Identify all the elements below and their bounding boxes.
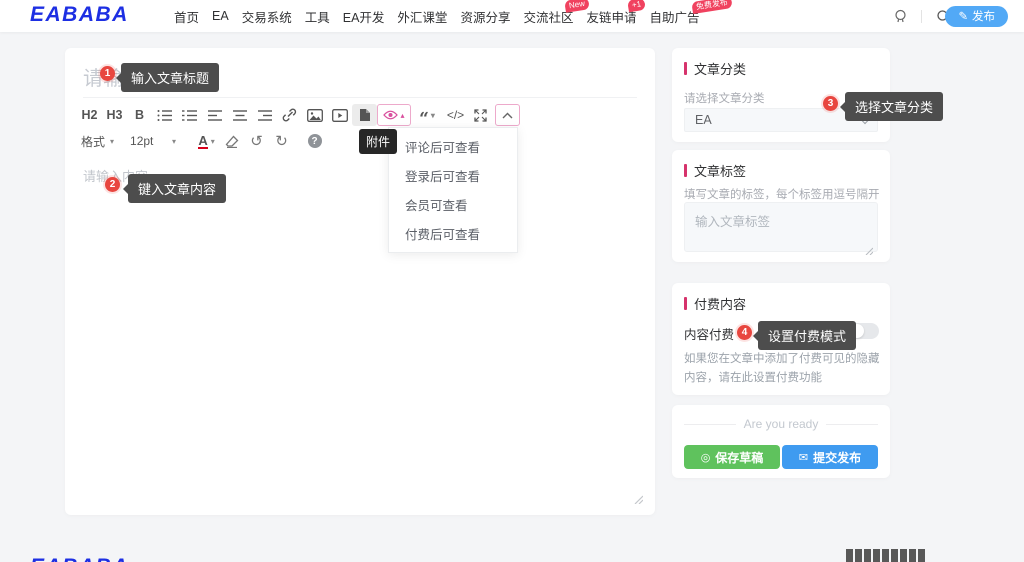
tags-input[interactable] — [684, 202, 878, 252]
step-3-tooltip: 选择文章分类 — [839, 92, 944, 121]
nav-divider — [921, 9, 922, 23]
nav-item-friend-links[interactable]: 友链申请 +1 — [586, 0, 647, 26]
category-hint: 请选择文章分类 — [684, 93, 765, 105]
pencil-icon: ✎ — [958, 11, 968, 23]
nav-item-community[interactable]: 交流社区 New — [523, 0, 591, 26]
nav-item-resources[interactable]: 资源分享 — [460, 7, 510, 26]
nav-item-home[interactable]: 首页 — [174, 7, 199, 26]
friend-links-badge: +1 — [627, 0, 647, 12]
visibility-dropdown-menu: 评论后可查看 登录后可查看 会员可查看 付费后可查看 — [388, 127, 518, 253]
attachment-tooltip: 附件 — [359, 129, 398, 154]
nav-item-forex-class[interactable]: 外汇课堂 — [397, 7, 447, 26]
bold-button[interactable]: B — [127, 104, 152, 126]
step-2-tooltip: 键入文章内容 — [122, 174, 227, 203]
visibility-eye-button[interactable]: ▴ — [377, 104, 411, 126]
link-icon[interactable] — [277, 104, 302, 126]
ready-text: Are you ready — [684, 417, 878, 431]
menu-item-view-members-only[interactable]: 会员可查看 — [389, 190, 517, 219]
redo-icon[interactable]: ↻ — [269, 130, 294, 152]
format-dropdown[interactable]: 格式 ▾ — [77, 133, 118, 150]
nav-item-trading-system[interactable]: 交易系统 — [242, 7, 292, 26]
caret-up-icon: ▴ — [400, 110, 405, 120]
editor-resize-handle[interactable] — [633, 491, 644, 509]
caret-down-icon: ▾ — [110, 136, 115, 146]
quote-icon: “ — [419, 108, 429, 129]
action-buttons-row: ◎ 保存草稿 ✉ 提交发布 — [684, 445, 878, 469]
clear-format-eraser-icon[interactable] — [219, 130, 244, 152]
step-2-badge: 2 — [105, 177, 120, 192]
step-1-badge: 1 — [100, 66, 115, 81]
editor-toolbar-row1: H2 H3 B ▴ “ ▾ </> — [77, 103, 520, 127]
caret-down-icon: ▾ — [210, 136, 215, 146]
publish-actions-card: Are you ready ◎ 保存草稿 ✉ 提交发布 — [672, 405, 890, 478]
tags-hint: 填写文章的标签，每个标签用逗号隔开 — [684, 189, 880, 201]
main-nav: 首页 EA 交易系统 工具 EA开发 外汇课堂 资源分享 交流社区 New 友链申… — [174, 0, 733, 32]
image-icon[interactable] — [302, 104, 327, 126]
menu-item-view-after-login[interactable]: 登录后可查看 — [389, 161, 517, 190]
top-navbar: EABABA 首页 EA 交易系统 工具 EA开发 外汇课堂 资源分享 交流社区… — [0, 0, 1024, 32]
step-3-badge: 3 — [823, 96, 838, 111]
footer-logo: EABABA — [30, 555, 129, 562]
align-right-icon[interactable] — [252, 104, 277, 126]
step-4-tooltip: 设置付费模式 — [752, 321, 857, 350]
tags-resize-handle[interactable] — [865, 242, 874, 260]
accent-bar — [684, 297, 687, 310]
nav-item-self-ads[interactable]: 自助广告 免费发布 — [649, 0, 733, 26]
align-left-icon[interactable] — [202, 104, 227, 126]
numbered-list-icon[interactable] — [177, 104, 202, 126]
nav-item-ea[interactable]: EA — [212, 9, 229, 23]
fullscreen-icon[interactable] — [468, 104, 493, 126]
submit-publish-button[interactable]: ✉ 提交发布 — [782, 445, 878, 469]
font-size-dropdown[interactable]: 12pt ▾ — [126, 134, 180, 148]
nav-item-ea-dev[interactable]: EA开发 — [343, 7, 385, 26]
bullet-list-icon[interactable] — [152, 104, 177, 126]
footer-text-fragment — [846, 549, 926, 562]
heading3-button[interactable]: H3 — [102, 104, 127, 126]
collapse-toolbar-button[interactable] — [495, 104, 520, 126]
caret-down-icon: ▾ — [430, 111, 435, 121]
heading2-button[interactable]: H2 — [77, 104, 102, 126]
step-4-badge: 4 — [737, 325, 752, 340]
target-icon: ◎ — [700, 451, 711, 464]
code-button[interactable]: </> — [443, 104, 468, 126]
help-icon[interactable]: ? — [302, 130, 327, 152]
align-center-icon[interactable] — [227, 104, 252, 126]
undo-icon[interactable]: ↺ — [244, 130, 269, 152]
self-ads-badge: 免费发布 — [690, 0, 733, 14]
attachment-file-button[interactable] — [352, 104, 377, 126]
site-logo[interactable]: EABABA — [30, 3, 129, 27]
paid-toggle-label: 内容付费 — [684, 328, 735, 342]
video-embed-icon[interactable] — [327, 104, 352, 126]
lamp-icon[interactable] — [891, 7, 909, 25]
publish-button[interactable]: ✎ 发布 — [945, 5, 1008, 27]
save-draft-button[interactable]: ◎ 保存草稿 — [684, 445, 780, 469]
navbar-right: ✎ 发布 — [891, 0, 1008, 32]
category-card-title: 文章分类 — [684, 59, 746, 78]
paid-description: 如果您在文章中添加了付费可见的隐藏内容，请在此设置付费功能 — [684, 353, 880, 384]
editor-toolbar-row2: 格式 ▾ 12pt ▾ A ▾ ↺ ↻ ? — [77, 130, 327, 152]
step-1-tooltip: 输入文章标题 — [115, 63, 220, 92]
caret-down-icon: ▾ — [172, 136, 177, 146]
accent-bar — [684, 62, 687, 75]
tags-card-title: 文章标签 — [684, 161, 746, 180]
blockquote-button[interactable]: “ ▾ — [411, 104, 443, 129]
menu-item-view-after-comment[interactable]: 评论后可查看 — [389, 132, 517, 161]
menu-item-view-after-pay[interactable]: 付费后可查看 — [389, 219, 517, 248]
nav-item-tools[interactable]: 工具 — [305, 7, 330, 26]
envelope-icon: ✉ — [798, 451, 809, 464]
accent-bar — [684, 164, 687, 177]
paid-card-title: 付费内容 — [684, 294, 746, 313]
font-color-button[interactable]: A ▾ — [194, 130, 219, 152]
title-divider — [83, 97, 637, 98]
article-editor-card: H2 H3 B ▴ — [65, 48, 655, 515]
tags-card: 文章标签 填写文章的标签，每个标签用逗号隔开 — [672, 150, 890, 262]
